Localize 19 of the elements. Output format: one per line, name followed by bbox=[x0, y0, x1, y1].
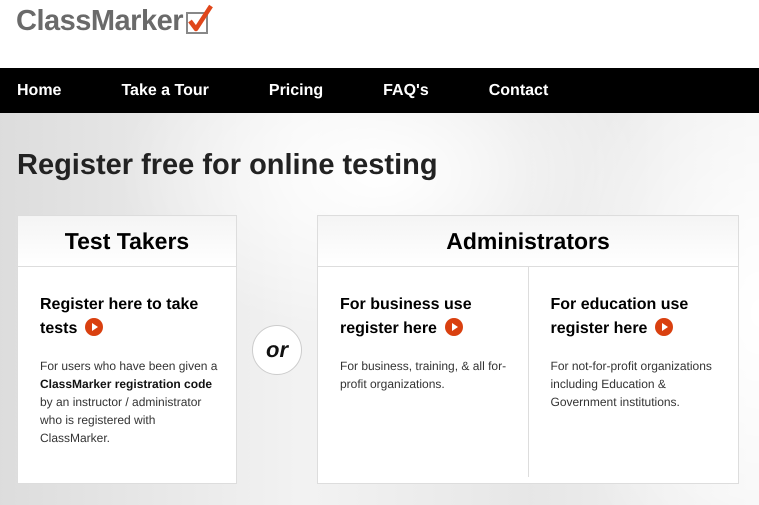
description-text: For users who have been given a ClassMarker registration code by an instructor / administrator who is registered with ClassMarker. bbox=[40, 358, 218, 447]
register-link[interactable]: Register here to take tests bbox=[40, 293, 220, 341]
description-text: For business, training, & all for-profit organizations. bbox=[340, 358, 508, 393]
nav-link[interactable]: Contact bbox=[488, 82, 548, 100]
nav-link[interactable]: Take a Tour bbox=[121, 82, 209, 100]
register-link[interactable]: For business use register here bbox=[340, 293, 512, 341]
nav-link[interactable]: Home bbox=[17, 82, 62, 100]
page-heading: Register free for online testing bbox=[17, 148, 439, 183]
play-icon bbox=[655, 318, 674, 336]
register-link[interactable]: For education use register here bbox=[550, 293, 722, 341]
or-badge: or bbox=[252, 324, 302, 374]
classmarker-logo[interactable]: ClassMarker bbox=[16, 0, 214, 38]
play-icon bbox=[85, 318, 104, 336]
play-icon bbox=[444, 318, 463, 336]
nav-link[interactable]: Pricing bbox=[268, 82, 324, 100]
nav-link[interactable]: FAQ's bbox=[383, 82, 429, 100]
description-text: For not-for-profit organizations including Education & Government institutions. bbox=[550, 358, 713, 411]
card-title: Administrators bbox=[446, 228, 610, 254]
card-title: Test Takers bbox=[64, 228, 190, 254]
